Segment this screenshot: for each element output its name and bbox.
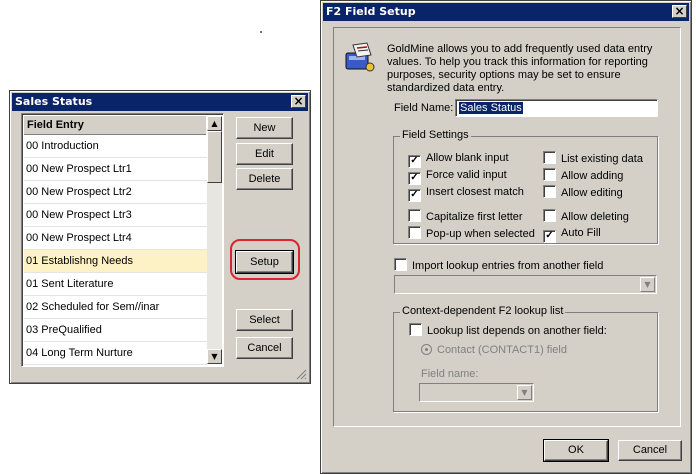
list-scrollbar[interactable]: ▲ ▼ [207, 116, 222, 364]
setup-highlight-ring [230, 239, 300, 280]
scroll-down-arrow-icon[interactable]: ▼ [207, 349, 222, 364]
scroll-thumb[interactable] [207, 131, 222, 183]
checkmark-icon: ✓ [408, 155, 421, 168]
contact-radio-label: Contact (CONTACT1) field [437, 344, 567, 356]
goldmine-setup-icon [345, 42, 375, 72]
setting-label: Force valid input [426, 169, 507, 181]
context-dependent-title: Context-dependent F2 lookup list [400, 305, 566, 317]
edit-button-label: Edit [255, 148, 274, 160]
close-icon[interactable]: × [672, 5, 687, 18]
checkmark-icon: ✓ [408, 172, 421, 185]
setting-label: Insert closest match [426, 186, 524, 198]
delete-button[interactable]: Delete [236, 168, 293, 190]
sales-status-titlebar: Sales Status × [12, 93, 308, 111]
setting-label: Capitalize first letter [426, 211, 523, 223]
setting-label: Allow deleting [561, 211, 629, 223]
list-header-field-entry[interactable]: Field Entry [24, 116, 206, 135]
setting-label: Allow editing [561, 187, 623, 199]
sales-status-window: Sales Status × Field Entry 00 Introducti… [9, 90, 311, 384]
list-item[interactable]: 02 Scheduled for Sem//inar [24, 296, 207, 319]
setting-checkbox[interactable]: Allow editing [543, 185, 623, 199]
setting-label: Pop-up when selected [426, 228, 535, 240]
checkbox-box [409, 323, 422, 336]
ok-button[interactable]: OK [543, 439, 609, 462]
import-lookup-checkbox[interactable]: Import lookup entries from another field [394, 258, 603, 272]
field-name-combo[interactable]: ▼ [419, 383, 534, 402]
radio-icon [421, 344, 432, 355]
list-item[interactable]: 01 Sent Literature [24, 273, 207, 296]
setting-checkbox[interactable]: ✓ Auto Fill [543, 226, 601, 243]
new-button[interactable]: New [236, 117, 293, 139]
list-item[interactable]: 00 New Prospect Ltr3 [24, 204, 207, 227]
list-item[interactable]: 00 Introduction [24, 135, 207, 158]
list-item[interactable]: 03 PreQualified [24, 319, 207, 342]
sales-status-title: Sales Status [15, 95, 93, 108]
import-field-combo[interactable]: ▼ [394, 275, 657, 294]
field-settings-title: Field Settings [400, 129, 471, 141]
description-text: GoldMine allows you to add frequently us… [387, 43, 653, 94]
setting-checkbox[interactable]: List existing data [543, 151, 643, 165]
cancel-button-label: Cancel [247, 342, 282, 354]
checkbox-box [543, 209, 556, 222]
select-button-label: Select [249, 314, 280, 326]
depends-label: Lookup list depends on another field: [427, 325, 607, 337]
stray-dot [260, 31, 262, 33]
resize-grip-icon[interactable] [295, 368, 307, 380]
checkbox-box [543, 168, 556, 181]
import-lookup-label: Import lookup entries from another field [412, 260, 604, 272]
setting-checkbox[interactable]: Allow adding [543, 168, 623, 182]
cancel-button[interactable]: Cancel [236, 337, 293, 359]
checkmark-icon: ✓ [543, 230, 556, 243]
setting-checkbox[interactable]: Pop-up when selected [408, 226, 535, 240]
list-item[interactable]: 01 Establishng Needs [24, 250, 207, 273]
contact-field-radio[interactable]: Contact (CONTACT1) field [421, 343, 567, 357]
setting-label: Auto Fill [561, 227, 601, 239]
checkbox-box [408, 226, 421, 239]
field-name-value: Sales Status [459, 102, 523, 114]
depends-checkbox[interactable]: Lookup list depends on another field: [409, 323, 607, 337]
f2-field-setup-window: F2 Field Setup × GoldMine allows you to … [320, 0, 692, 474]
checkbox-box [408, 209, 421, 222]
setting-checkbox[interactable]: Allow deleting [543, 209, 629, 223]
close-icon[interactable]: × [291, 95, 306, 108]
checkmark-icon: ✓ [408, 189, 421, 202]
dropdown-arrow-icon[interactable]: ▼ [640, 277, 655, 292]
setting-checkbox[interactable]: ✓ Insert closest match [408, 185, 524, 202]
setting-label: Allow blank input [426, 152, 509, 164]
select-button[interactable]: Select [236, 309, 293, 331]
field-name-label-2: Field name: [421, 368, 479, 380]
delete-button-label: Delete [248, 173, 281, 185]
field-name-input[interactable]: Sales Status [455, 99, 658, 117]
list-item[interactable]: 00 New Prospect Ltr4 [24, 227, 207, 250]
setting-checkbox[interactable]: ✓ Allow blank input [408, 151, 509, 168]
setting-label: List existing data [561, 153, 643, 165]
checkbox-box [394, 258, 407, 271]
new-button-label: New [253, 122, 276, 134]
checkbox-box [543, 185, 556, 198]
f2-setup-titlebar: F2 Field Setup × [323, 3, 689, 21]
list-item[interactable]: 00 New Prospect Ltr2 [24, 181, 207, 204]
ok-button-label: OK [568, 444, 584, 456]
cancel-button-f2[interactable]: Cancel [618, 440, 682, 461]
setting-checkbox[interactable]: Capitalize first letter [408, 209, 523, 223]
field-entry-list[interactable]: Field Entry 00 Introduction 00 New Prospe… [21, 113, 224, 367]
setting-label: Allow adding [561, 170, 624, 182]
list-item[interactable]: 04 Long Term Nurture [24, 342, 207, 365]
field-name-label: Field Name: [394, 102, 454, 114]
cancel-f2-button-label: Cancel [632, 444, 668, 456]
dropdown-arrow-icon[interactable]: ▼ [517, 385, 532, 400]
setting-checkbox[interactable]: ✓ Force valid input [408, 168, 507, 185]
scroll-up-arrow-icon[interactable]: ▲ [207, 116, 222, 131]
list-item[interactable]: 00 New Prospect Ltr1 [24, 158, 207, 181]
edit-button[interactable]: Edit [236, 143, 293, 165]
checkbox-box [543, 151, 556, 164]
f2-setup-title: F2 Field Setup [326, 5, 416, 18]
